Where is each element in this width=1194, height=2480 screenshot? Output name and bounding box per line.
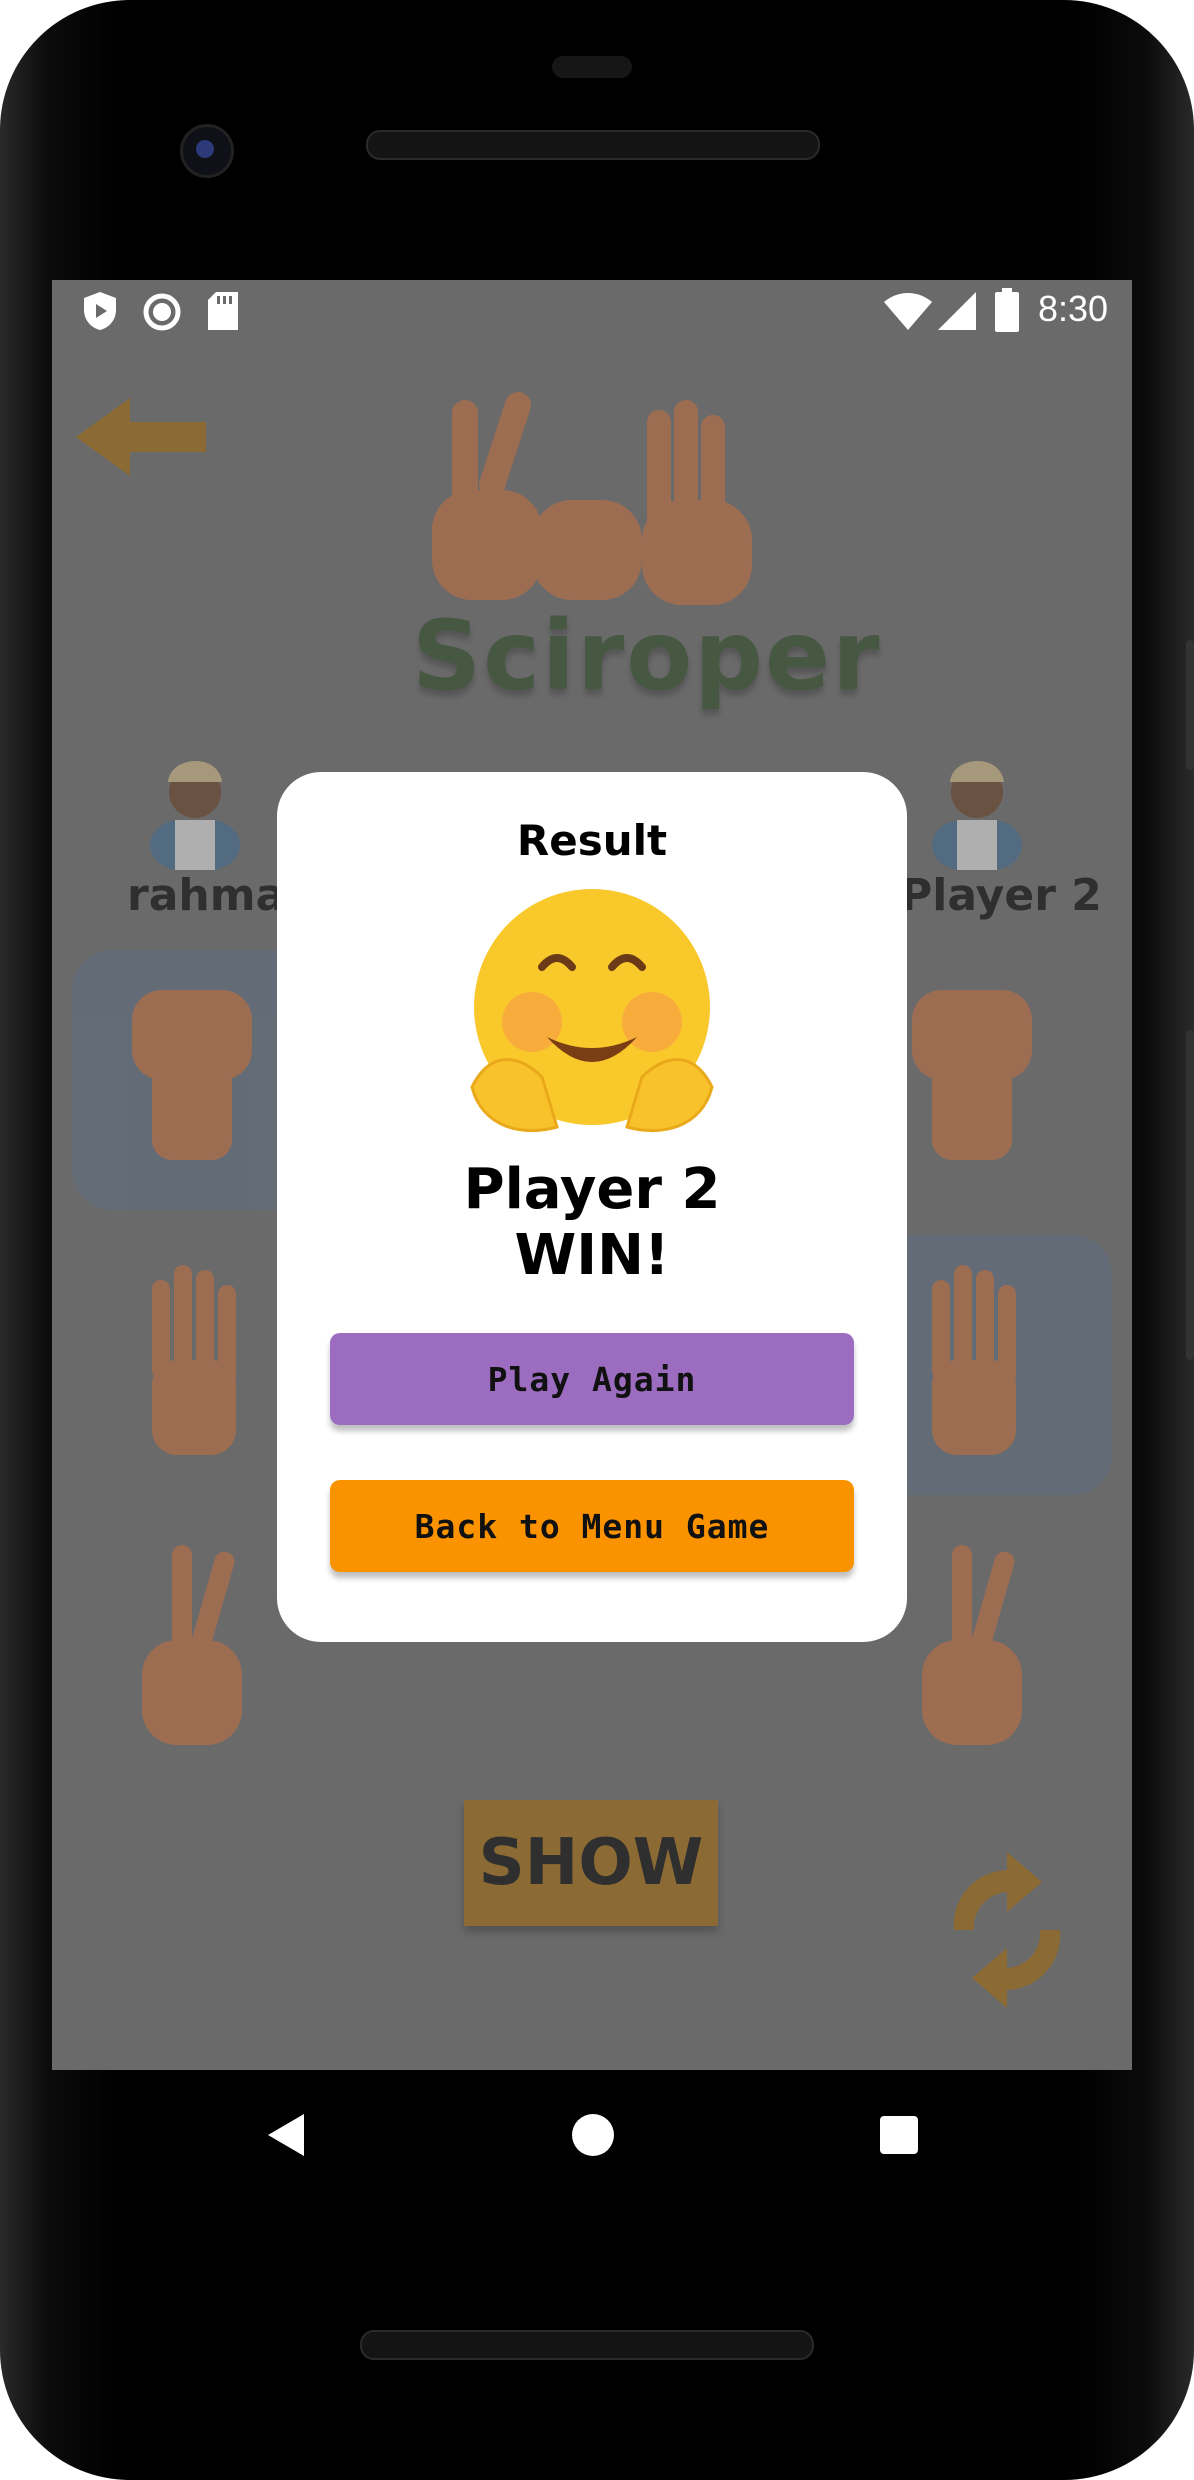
player2-paper-choice[interactable] <box>922 1260 1032 1460</box>
show-button[interactable]: SHOW <box>464 1800 718 1926</box>
player1-rock-choice[interactable] <box>122 970 262 1170</box>
player2-name: Player 2 <box>900 870 1102 921</box>
home-circle-icon[interactable] <box>570 2112 616 2158</box>
front-camera <box>180 124 234 178</box>
play-again-button[interactable]: Play Again <box>330 1333 854 1425</box>
back-to-menu-button[interactable]: Back to Menu Game <box>330 1480 854 1572</box>
player2-rock-choice[interactable] <box>902 970 1042 1170</box>
player2-scissors-choice[interactable] <box>912 1540 1032 1750</box>
refresh-icon[interactable] <box>942 1850 1072 2010</box>
player1-paper-choice[interactable] <box>142 1260 252 1460</box>
player1-scissors-choice[interactable] <box>132 1540 252 1750</box>
player1-avatar <box>150 760 240 870</box>
back-arrow-icon[interactable] <box>72 392 212 482</box>
game-title: Sciroper <box>412 600 882 712</box>
volume-button <box>1186 640 1194 770</box>
result-line-2: WIN! <box>514 1223 670 1288</box>
app-screen: 8:30 Sciroper rahmat Player 2 SHOW Resul… <box>52 280 1132 2070</box>
top-speaker <box>366 130 820 160</box>
result-heading: Result <box>516 816 668 865</box>
title-hands-image <box>432 392 752 605</box>
result-dialog: Result Player 2 WIN! Play Again Back to … <box>277 772 907 1642</box>
recents-square-icon[interactable] <box>878 2114 920 2156</box>
power-button <box>1186 1030 1194 1360</box>
bottom-speaker <box>360 2330 814 2360</box>
hugging-face-emoji-icon <box>470 889 714 1133</box>
result-line-1: Player 2 <box>463 1157 721 1222</box>
earpiece <box>552 56 632 78</box>
navigation-bar <box>52 2070 1132 2200</box>
back-triangle-icon[interactable] <box>266 2112 306 2158</box>
player2-avatar <box>932 760 1022 870</box>
